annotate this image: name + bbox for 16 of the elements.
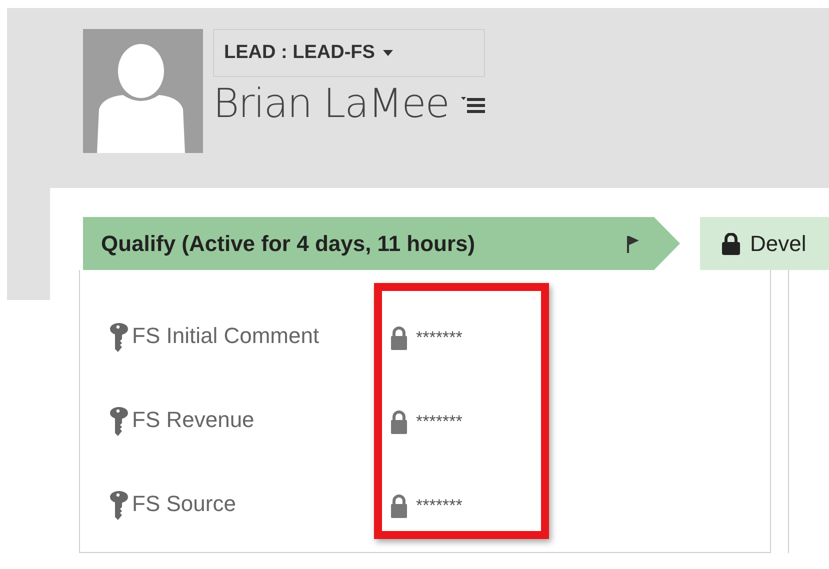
record-name: Brian LaMee — [213, 81, 449, 127]
key-icon — [110, 323, 128, 353]
flag-icon[interactable] — [626, 234, 640, 252]
field-label: FS Revenue — [132, 407, 254, 433]
field-label: FS Initial Comment — [132, 323, 320, 349]
masked-value: ******* — [416, 496, 462, 516]
process-stage[interactable]: Devel — [700, 217, 829, 270]
menu-icon[interactable] — [460, 95, 485, 113]
key-icon — [110, 491, 128, 521]
process-stage[interactable]: Qualify (Active for 4 days, 11 hours) — [83, 217, 680, 270]
masked-value: ******* — [416, 412, 462, 432]
masked-value: ******* — [416, 328, 462, 348]
form-selector-dropdown[interactable]: LEAD : LEAD-FS — [213, 29, 485, 77]
field-label: FS Source — [132, 491, 236, 517]
caret-icon — [382, 50, 393, 56]
key-icon — [110, 407, 128, 437]
